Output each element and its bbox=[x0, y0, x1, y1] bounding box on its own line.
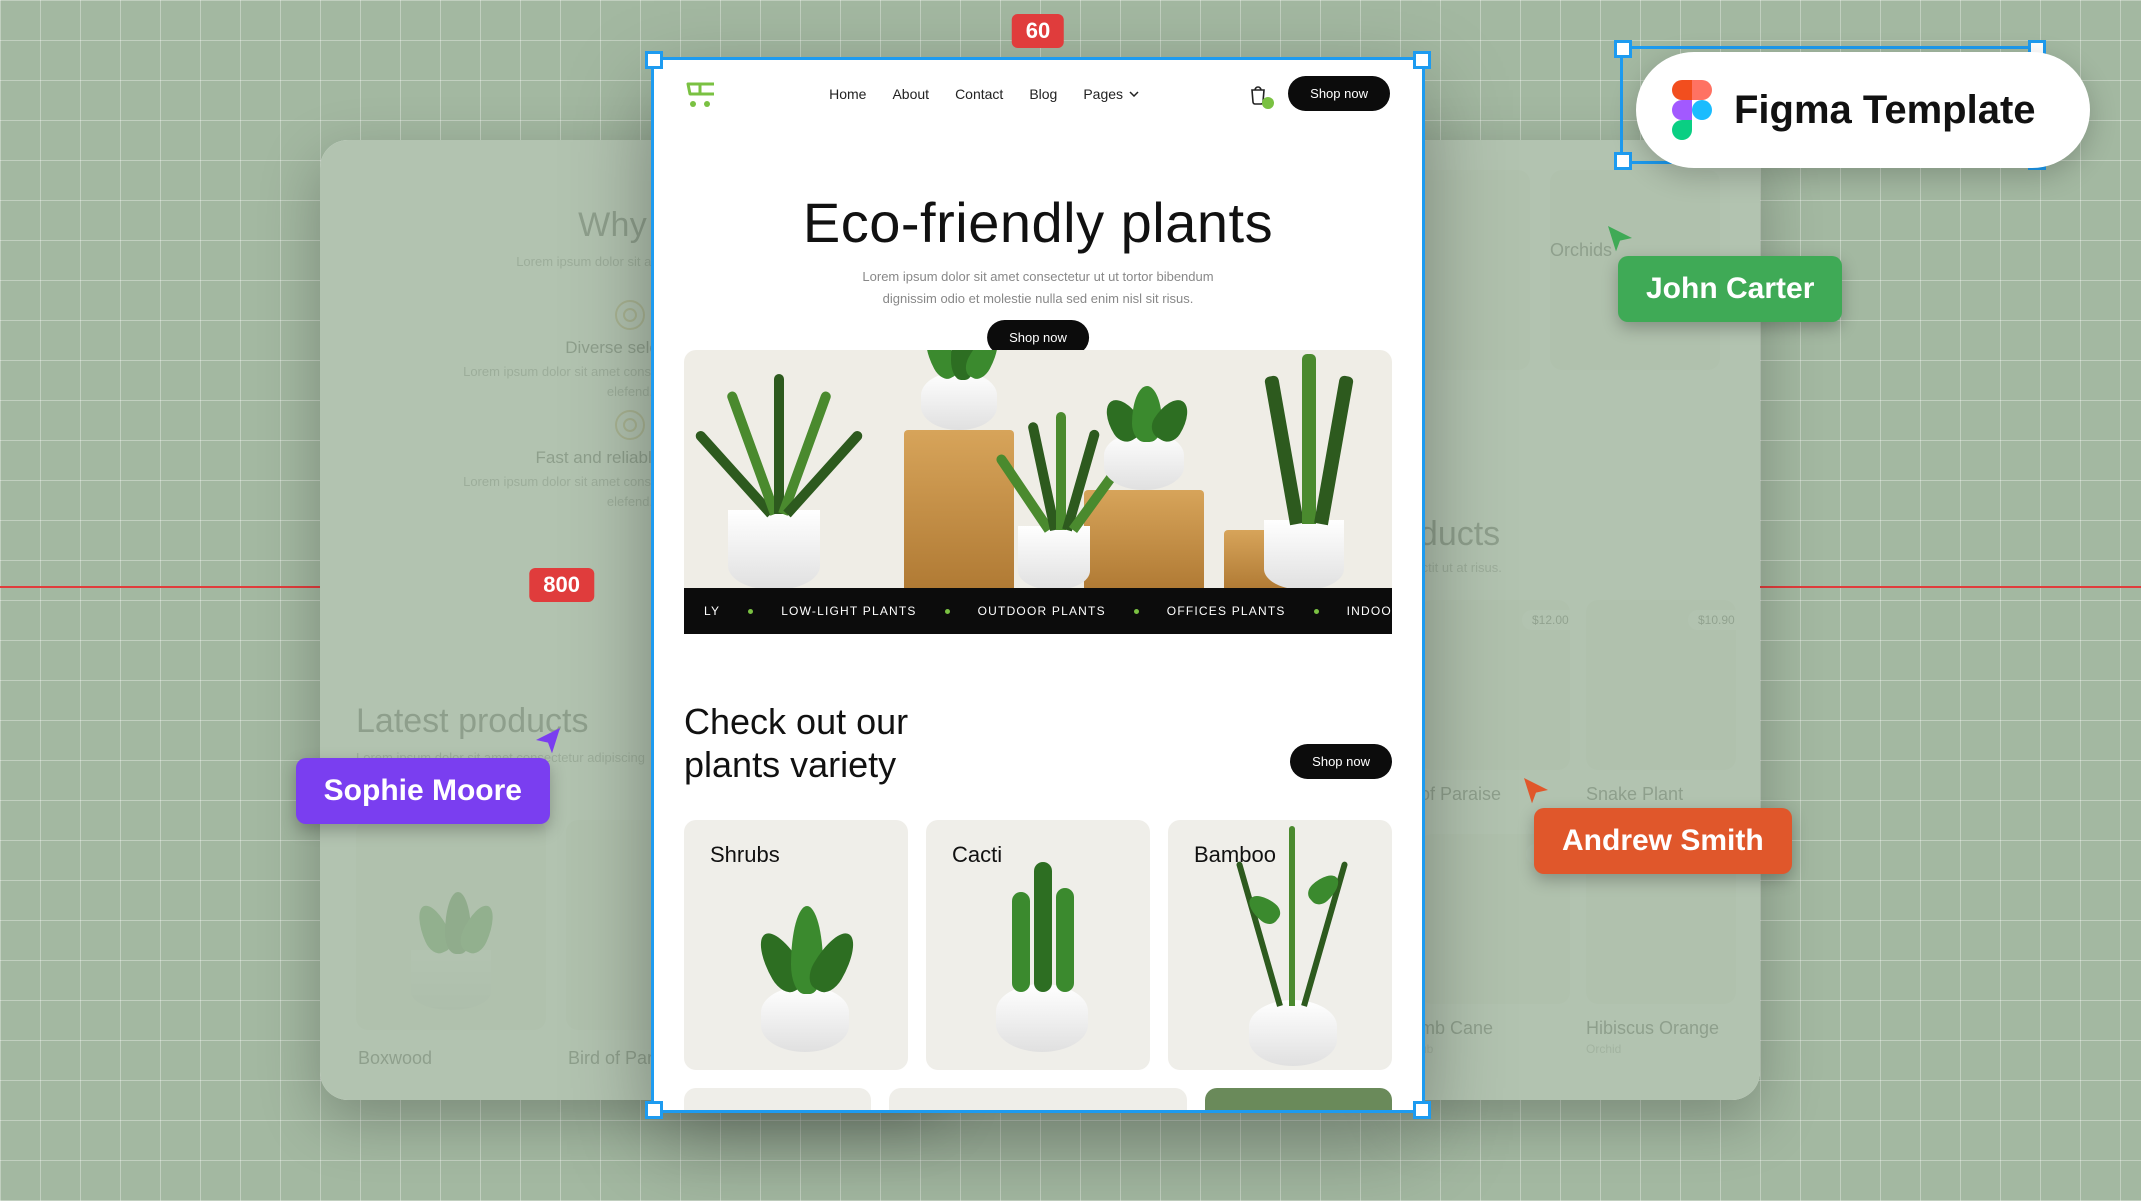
logo-icon[interactable] bbox=[686, 80, 720, 108]
card-herbs[interactable]: Herbs bbox=[684, 1088, 871, 1110]
ticker-item: LOW-LIGHT PLANTS bbox=[781, 604, 916, 618]
nav-contact[interactable]: Contact bbox=[955, 86, 1003, 102]
cursor-label: Andrew Smith bbox=[1534, 808, 1792, 874]
hero-subtitle: Lorem ipsum dolor sit amet consectetur u… bbox=[654, 266, 1422, 310]
figma-template-pill[interactable]: Figma Template bbox=[1636, 52, 2090, 168]
category-ticker: LY LOW-LIGHT PLANTS OUTDOOR PLANTS OFFIC… bbox=[684, 588, 1392, 634]
category-cards-row2: Herbs Orchids bbox=[684, 1088, 1392, 1110]
nav-about[interactable]: About bbox=[892, 86, 929, 102]
figma-pill-label: Figma Template bbox=[1734, 88, 2036, 133]
section-variety: Check out our plants variety Shop now bbox=[684, 700, 1392, 786]
hero-title: Eco-friendly plants bbox=[654, 190, 1422, 255]
card-orchids[interactable]: Orchids bbox=[889, 1088, 1188, 1110]
chevron-down-icon bbox=[1129, 91, 1139, 97]
cursor-label: Sophie Moore bbox=[296, 758, 550, 824]
cart-badge bbox=[1262, 97, 1274, 109]
ticker-item: OFFICES PLANTS bbox=[1167, 604, 1286, 618]
card-label: Bamboo bbox=[1194, 842, 1276, 868]
nav-pages[interactable]: Pages bbox=[1083, 86, 1139, 102]
nav-blog[interactable]: Blog bbox=[1029, 86, 1057, 102]
nav-pages-label: Pages bbox=[1083, 86, 1123, 102]
cart-icon[interactable] bbox=[1248, 83, 1268, 105]
figma-canvas[interactable]: Why cl Lorem ipsum dolor sit amet consec… bbox=[0, 0, 2141, 1201]
ticker-item: INDOOR PLANTS bbox=[1347, 604, 1392, 618]
shop-now-button[interactable]: Shop now bbox=[1290, 744, 1392, 779]
hero-image bbox=[684, 350, 1392, 590]
card-label: Cacti bbox=[952, 842, 1002, 868]
category-cards: Shrubs Cacti Bamboo bbox=[684, 820, 1392, 1070]
site-header: Home About Contact Blog Pages Shop now bbox=[654, 60, 1422, 127]
card-cacti[interactable]: Cacti bbox=[926, 820, 1150, 1070]
card-shrubs[interactable]: Shrubs bbox=[684, 820, 908, 1070]
card-green[interactable] bbox=[1205, 1088, 1392, 1110]
resize-handle-tl[interactable] bbox=[1614, 40, 1632, 58]
card-bamboo[interactable]: Bamboo bbox=[1168, 820, 1392, 1070]
shop-now-button[interactable]: Shop now bbox=[1288, 76, 1390, 111]
dimension-badge-top: 60 bbox=[1012, 14, 1064, 48]
ticker-item: LY bbox=[704, 604, 720, 618]
nav-home[interactable]: Home bbox=[829, 86, 866, 102]
artboard-main[interactable]: Home About Contact Blog Pages Shop now E… bbox=[654, 60, 1422, 1110]
ticker-item: OUTDOOR PLANTS bbox=[978, 604, 1106, 618]
section-title: Check out our plants variety bbox=[684, 700, 1392, 786]
card-label: Shrubs bbox=[710, 842, 780, 868]
cursor-label: John Carter bbox=[1618, 256, 1842, 322]
nav: Home About Contact Blog Pages bbox=[829, 86, 1139, 102]
figma-logo-icon bbox=[1672, 80, 1712, 140]
